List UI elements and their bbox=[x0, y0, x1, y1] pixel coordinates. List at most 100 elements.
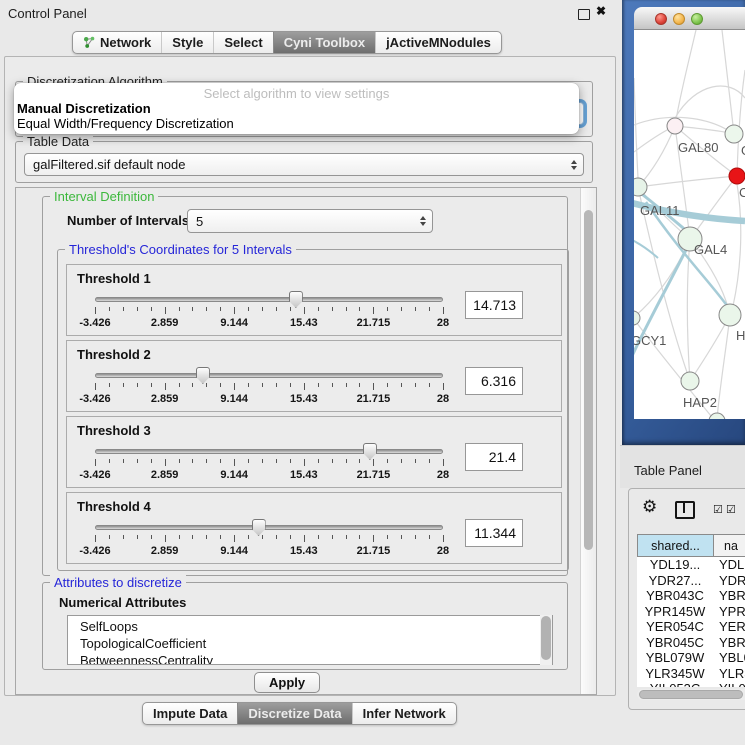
algorithm-option[interactable]: Equal Width/Frequency Discretization bbox=[14, 116, 579, 131]
node-partial-top-right[interactable] bbox=[725, 125, 743, 143]
tab-style[interactable]: Style bbox=[161, 32, 213, 53]
split-view-icon[interactable] bbox=[675, 501, 695, 519]
tab-select[interactable]: Select bbox=[213, 32, 272, 53]
tab-label: jActiveMNodules bbox=[386, 35, 491, 50]
attribute-item[interactable]: BetweennessCentrality bbox=[68, 652, 552, 665]
node-label: GAL80 bbox=[678, 140, 718, 155]
algorithm-options: Manual DiscretizationEqual Width/Frequen… bbox=[14, 101, 579, 131]
attribute-item[interactable]: SelfLoops bbox=[68, 618, 552, 635]
slider-track[interactable] bbox=[95, 449, 443, 454]
threshold-panel: Threshold 1 -3.4262.8599.14415.4321.7152… bbox=[66, 264, 562, 336]
settings-scroll-area: Interval Definition Number of Intervals … bbox=[15, 187, 597, 695]
network-canvas[interactable]: GAL80 GA C GAL11 GAL4 GCY1 H HAP2 bbox=[634, 30, 745, 419]
table-row[interactable]: YDR27...YDR2 bbox=[637, 573, 745, 589]
edges[interactable] bbox=[634, 30, 745, 419]
node-label: C bbox=[739, 185, 745, 200]
slider-thumb[interactable] bbox=[252, 519, 266, 536]
numerical-attributes-label: Numerical Attributes bbox=[59, 595, 186, 610]
node-gal80[interactable] bbox=[667, 118, 683, 134]
close-traffic-light[interactable] bbox=[655, 13, 667, 25]
attribute-item[interactable]: TopologicalCoefficient bbox=[68, 635, 552, 652]
table-row[interactable]: YBR043CYBR0 bbox=[637, 588, 745, 604]
table-row[interactable]: YER054CYER0 bbox=[637, 619, 745, 635]
close-icon[interactable]: ✖ bbox=[596, 4, 606, 18]
cell-shared-name: YPR145W bbox=[637, 604, 713, 620]
application-root: Control Panel ✖ NetworkStyleSelectCyni T… bbox=[0, 0, 745, 745]
threshold-value-field[interactable]: 21.4 bbox=[465, 443, 523, 471]
tab-discretize-data[interactable]: Discretize Data bbox=[237, 703, 351, 724]
tab-cyni-toolbox[interactable]: Cyni Toolbox bbox=[273, 32, 375, 53]
table-row[interactable]: YPR145WYPR1 bbox=[637, 604, 745, 620]
slider-thumb[interactable] bbox=[289, 291, 303, 308]
table-row[interactable]: YIL053CYIL0 bbox=[637, 681, 745, 687]
cell-name: YDR2 bbox=[713, 573, 745, 589]
float-window-icon[interactable] bbox=[578, 9, 590, 20]
table-row[interactable]: YBL079WYBL0 bbox=[637, 650, 745, 666]
gear-icon[interactable]: ⚙ bbox=[642, 498, 657, 516]
slider-thumb[interactable] bbox=[363, 443, 377, 460]
cyni-toolbox-panel: Discretization Algorithm Select algorith… bbox=[4, 56, 616, 696]
tab-impute-data[interactable]: Impute Data bbox=[143, 703, 237, 724]
threshold-label: Threshold 2 bbox=[77, 347, 151, 362]
slider-tick-labels: -3.4262.8599.14415.4321.71528 bbox=[95, 545, 443, 558]
node-partial-right[interactable] bbox=[719, 304, 741, 326]
group-title: Threshold's Coordinates for 5 Intervals bbox=[65, 242, 296, 257]
checkbox-icon[interactable]: ☑ bbox=[713, 503, 723, 516]
node-attribute-table[interactable]: shared... na YDL19...YDL1YDR27...YDR2YBR… bbox=[637, 534, 745, 687]
apply-button[interactable]: Apply bbox=[254, 672, 320, 693]
attribute-list-scrollbar[interactable] bbox=[540, 615, 552, 665]
threshold-coordinates-group: Threshold's Coordinates for 5 Intervals … bbox=[57, 249, 569, 571]
slider-track[interactable] bbox=[95, 373, 443, 378]
slider-track[interactable] bbox=[95, 525, 443, 530]
threshold-slider[interactable]: -3.4262.8599.14415.4321.71528 bbox=[95, 443, 443, 485]
table-data-combobox[interactable]: galFiltered.sif default node bbox=[24, 153, 584, 176]
slider-thumb[interactable] bbox=[196, 367, 210, 384]
threshold-value-field[interactable]: 11.344 bbox=[465, 519, 523, 547]
table-data-value: galFiltered.sif default node bbox=[33, 157, 185, 172]
numerical-attribute-list[interactable]: SelfLoopsTopologicalCoefficientBetweenne… bbox=[67, 615, 553, 665]
column-header-name[interactable]: na bbox=[714, 535, 745, 556]
tab-jactivemnodules[interactable]: jActiveMNodules bbox=[375, 32, 501, 53]
threshold-value-field[interactable]: 14.713 bbox=[465, 291, 523, 319]
zoom-traffic-light[interactable] bbox=[691, 13, 703, 25]
node-gal11[interactable] bbox=[634, 178, 647, 196]
settings-vertical-scrollbar[interactable] bbox=[580, 188, 596, 694]
threshold-label: Threshold 4 bbox=[77, 499, 151, 514]
scrollbar-thumb[interactable] bbox=[639, 690, 743, 699]
threshold-slider[interactable]: -3.4262.8599.14415.4321.71528 bbox=[95, 519, 443, 561]
minimize-traffic-light[interactable] bbox=[673, 13, 685, 25]
cell-shared-name: YDR27... bbox=[637, 573, 713, 589]
table-horizontal-scrollbar[interactable] bbox=[637, 689, 745, 700]
column-header-shared-name[interactable]: shared... bbox=[638, 535, 714, 556]
cell-name: YBR0 bbox=[713, 635, 745, 651]
combo-stepper-icon[interactable] bbox=[420, 216, 432, 226]
network-window-titlebar[interactable] bbox=[634, 7, 745, 30]
threshold-slider[interactable]: -3.4262.8599.14415.4321.71528 bbox=[95, 291, 443, 333]
tab-label: Network bbox=[100, 35, 151, 50]
node-hap2[interactable] bbox=[681, 372, 699, 390]
node-selected-red[interactable] bbox=[729, 168, 745, 184]
node-partial-bottom[interactable] bbox=[709, 413, 725, 419]
slider-track[interactable] bbox=[95, 297, 443, 302]
threshold-slider[interactable]: -3.4262.8599.14415.4321.71528 bbox=[95, 367, 443, 409]
number-of-intervals-value: 5 bbox=[196, 214, 203, 229]
table-row[interactable]: YBR045CYBR0 bbox=[637, 635, 745, 651]
node-label: GAL4 bbox=[694, 242, 727, 257]
node-table-body: YDL19...YDL1YDR27...YDR2YBR043CYBR0YPR14… bbox=[637, 557, 745, 687]
tab-infer-network[interactable]: Infer Network bbox=[352, 703, 456, 724]
threshold-label: Threshold 1 bbox=[77, 271, 151, 286]
table-row[interactable]: YLR345WYLR3 bbox=[637, 666, 745, 682]
table-row[interactable]: YDL19...YDL1 bbox=[637, 557, 745, 573]
tab-label: Impute Data bbox=[153, 706, 227, 721]
cell-shared-name: YIL053C bbox=[637, 681, 713, 687]
checkbox-icon[interactable]: ☑ bbox=[726, 503, 736, 516]
algorithm-option[interactable]: Manual Discretization bbox=[14, 101, 579, 116]
combo-stepper-icon[interactable] bbox=[571, 160, 583, 170]
number-of-intervals-combobox[interactable]: 5 bbox=[187, 209, 433, 233]
tab-network[interactable]: Network bbox=[73, 32, 161, 53]
number-of-intervals-label: Number of Intervals bbox=[67, 213, 189, 228]
threshold-value-field[interactable]: 6.316 bbox=[465, 367, 523, 395]
scrollbar-thumb[interactable] bbox=[584, 210, 593, 550]
threshold-label: Threshold 3 bbox=[77, 423, 151, 438]
threshold-panel: Threshold 4 -3.4262.8599.14415.4321.7152… bbox=[66, 492, 562, 564]
